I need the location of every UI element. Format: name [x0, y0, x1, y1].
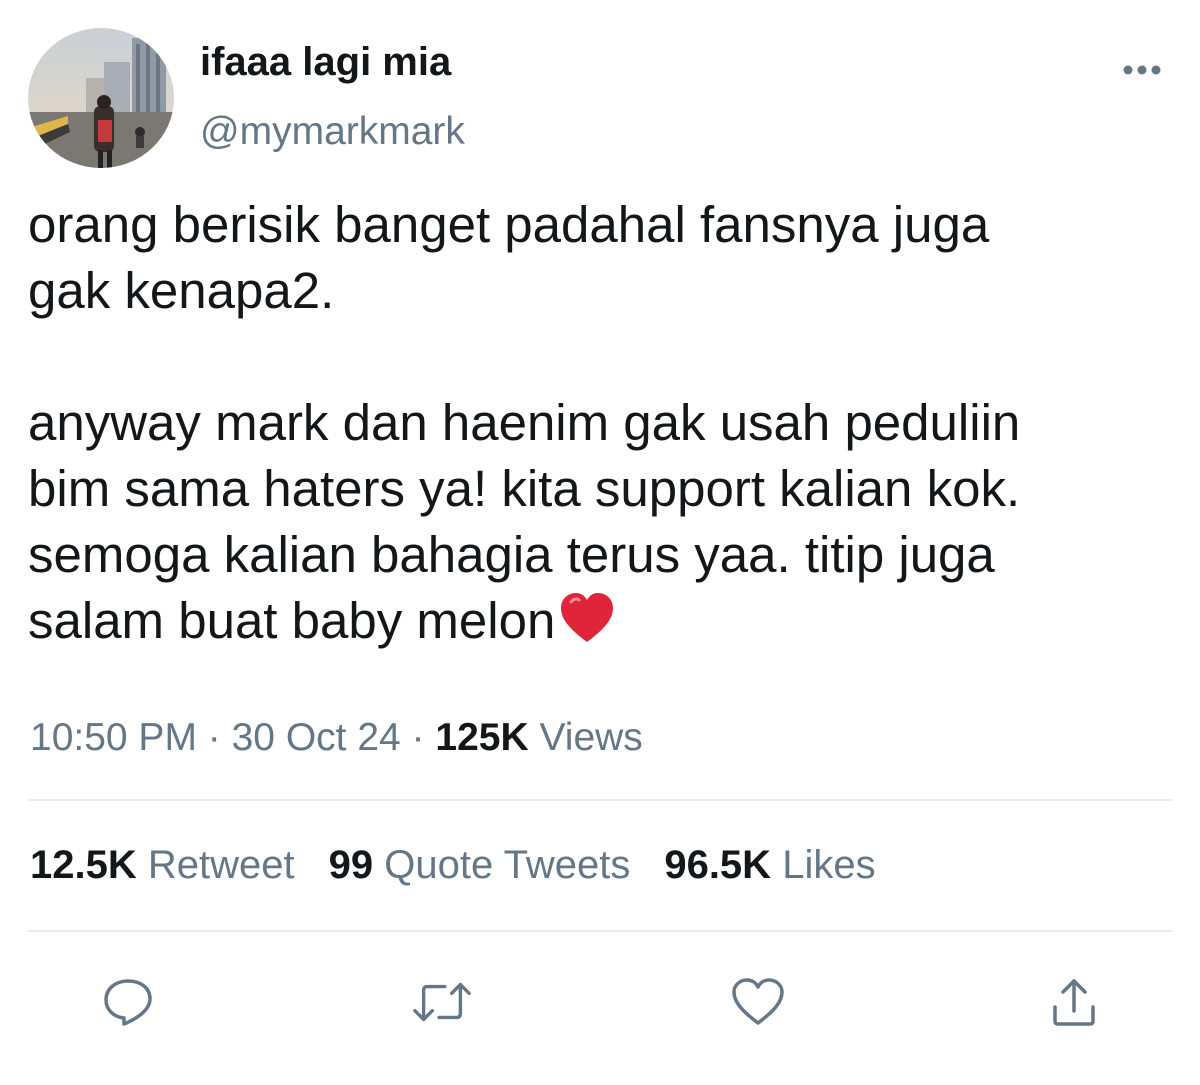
- reply-button[interactable]: [98, 972, 158, 1032]
- likes-stat[interactable]: 96.5K Likes: [664, 843, 875, 887]
- retweet-icon: [413, 982, 471, 1022]
- meta-separator: ·: [196, 716, 232, 759]
- meta-separator: ·: [400, 716, 436, 759]
- user-handle[interactable]: @mymarkmark: [200, 110, 465, 154]
- display-name[interactable]: ifaaa lagi mia: [200, 40, 451, 85]
- more-dots-icon: [1123, 65, 1161, 75]
- divider: [28, 930, 1172, 932]
- retweets-label: Retweet: [147, 843, 295, 887]
- share-icon: [1053, 979, 1095, 1026]
- views-count: 125K: [435, 716, 529, 759]
- tweet-paragraph-1: orang berisik banget padahal fansnya jug…: [28, 196, 990, 319]
- retweets-count: 12.5K: [30, 843, 137, 887]
- heart-icon: [732, 978, 784, 1025]
- tweet-card: ifaaa lagi mia @mymarkmark orang berisik…: [0, 0, 1200, 1085]
- engagement-stats: 12.5K Retweet 99 Quote Tweets 96.5K Likes: [30, 843, 910, 888]
- tweet-paragraph-2: anyway mark dan haenim gak usah peduliin…: [28, 390, 1193, 660]
- red-heart-emoji-icon: [559, 592, 615, 660]
- quotes-label: Quote Tweets: [384, 843, 631, 887]
- share-button[interactable]: [1044, 972, 1104, 1032]
- avatar[interactable]: [28, 28, 174, 168]
- tweet-date[interactable]: 30 Oct 24: [232, 716, 401, 759]
- likes-label: Likes: [782, 843, 876, 887]
- comment-icon: [104, 979, 152, 1026]
- like-button[interactable]: [728, 972, 788, 1032]
- avatar-photo: [28, 28, 174, 168]
- tweet-meta: 10:50 PM · 30 Oct 24 · 125K Views: [30, 716, 643, 760]
- divider: [28, 799, 1172, 801]
- quotes-stat[interactable]: 99 Quote Tweets: [329, 843, 631, 887]
- retweet-button[interactable]: [412, 972, 472, 1032]
- tweet-paragraph-2-text: anyway mark dan haenim gak usah peduliin…: [28, 394, 1021, 649]
- retweets-stat[interactable]: 12.5K Retweet: [30, 843, 295, 887]
- tweet-time[interactable]: 10:50 PM: [30, 716, 197, 759]
- more-options-button[interactable]: [1118, 52, 1166, 88]
- quotes-count: 99: [328, 843, 374, 887]
- views-label: Views: [539, 716, 643, 759]
- tweet-text: orang berisik banget padahal fansnya jug…: [28, 192, 1193, 660]
- likes-count: 96.5K: [664, 843, 772, 887]
